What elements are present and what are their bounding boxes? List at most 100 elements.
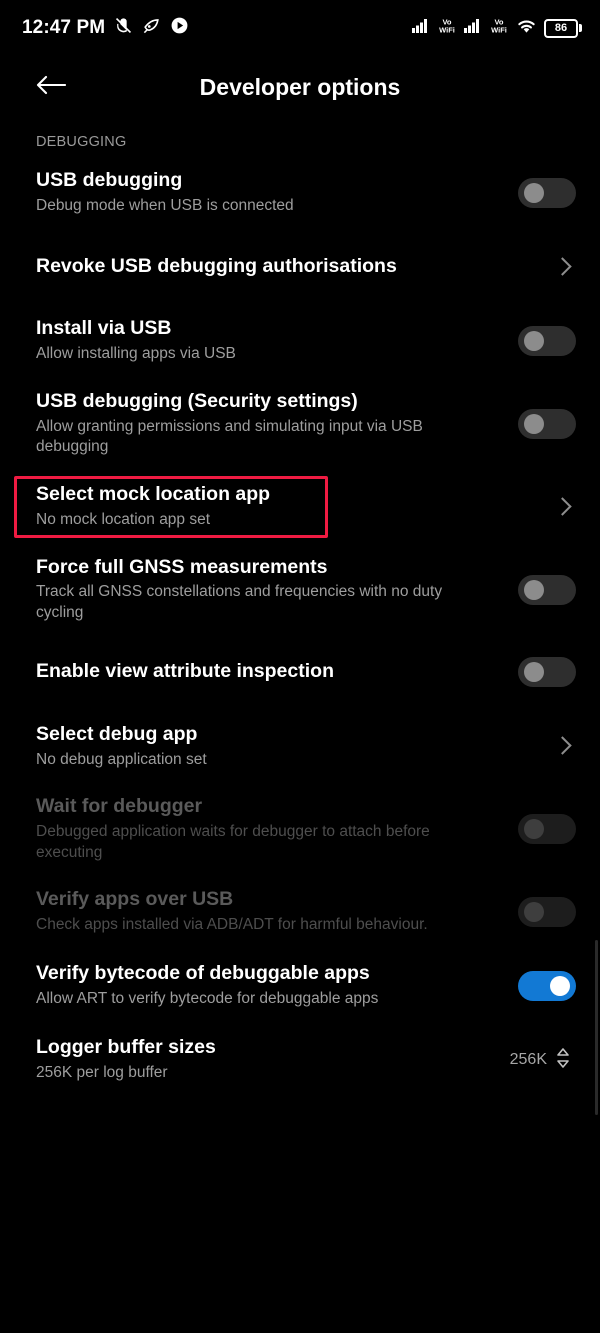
settings-row-usb-debugging-security-settings[interactable]: USB debugging (Security settings) Allow g… [0,378,600,470]
data-saver-icon [142,16,161,40]
row-text: Enable view attribute inspection [36,660,518,684]
row-text: Select mock location app No mock location… [36,483,518,530]
toggle-knob [550,976,570,997]
row-summary: No mock location app set [36,510,211,528]
toggle-switch[interactable] [518,408,576,439]
settings-row-logger-buffer-sizes[interactable]: Logger buffer sizes 256K per log buffer 25… [0,1023,600,1097]
row-title: Select mock location app [36,483,271,506]
toggle-knob [524,183,544,203]
toggle-knob [524,662,544,683]
back-button[interactable] [20,56,82,118]
row-summary: Track all GNSS constellations and freque… [36,583,443,621]
row-summary: 256K per log buffer [36,1064,168,1082]
row-text: Verify bytecode of debuggable apps Allow … [36,962,518,1009]
settings-row-force-full-gnss-measurements[interactable]: Force full GNSS measurements Track all GN… [0,544,600,636]
row-text: Logger buffer sizes 256K per log buffer [36,1036,510,1083]
chevron-up-down-icon[interactable] [556,1046,570,1075]
toggle-switch[interactable] [518,326,576,356]
status-clock: 12:47 PM [22,17,106,38]
chevron-right-icon[interactable] [556,496,568,518]
battery-indicator: 86 [544,18,582,38]
toggle-switch[interactable] [518,178,576,208]
toggle-knob [524,902,544,923]
settings-row-revoke-usb-debugging-authorisations[interactable]: Revoke USB debugging authorisations [0,230,600,304]
row-accessory [518,971,576,1002]
signal-bars-icon [464,18,482,38]
row-accessory [518,574,576,605]
signal-bars-icon [412,18,430,38]
row-accessory [518,735,576,757]
chevron-right-icon[interactable] [556,735,568,757]
settings-row-verify-apps-over-usb[interactable]: Verify apps over USB Check apps installed… [0,875,600,949]
settings-row-select-debug-app[interactable]: Select debug app No debug application set [0,709,600,783]
vowifi-icon: Vo WiFi [437,17,457,39]
row-summary: Check apps installed via ADB/ADT for har… [36,916,428,934]
row-text: Verify apps over USB Check apps installed… [36,888,518,935]
toggle-switch[interactable] [518,657,576,688]
settings-row-install-via-usb[interactable]: Install via USB Allow installing apps via… [0,304,600,378]
toggle-knob [524,579,544,600]
toggle-knob [524,819,544,840]
row-text: USB debugging Debug mode when USB is conn… [36,169,518,216]
toggle-switch [518,897,576,928]
battery-percent-label: 86 [554,21,568,34]
row-accessory [518,897,576,928]
row-title: Enable view attribute inspection [36,660,334,683]
row-text: Wait for debugger Debugged application wa… [36,795,518,863]
row-accessory [518,496,576,518]
status-bar-right: Vo WiFi Vo WiFi 86 [412,17,582,39]
play-icon [170,16,189,40]
toggle-switch[interactable] [518,971,576,1002]
mute-icon [114,16,133,40]
arrow-left-icon [36,73,67,102]
row-summary: Debugged application waits for debugger … [36,823,430,861]
row-summary: Allow granting permissions and simulatin… [36,417,423,456]
wifi-icon [516,18,537,39]
status-bar-left: 12:47 PM [22,16,189,40]
row-title: USB debugging [36,169,183,192]
row-accessory [518,814,576,845]
section-header-debugging: DEBUGGING [36,134,127,150]
toggle-knob [524,413,544,434]
vowifi-icon: Vo WiFi [489,17,509,39]
row-summary: No debug application set [36,750,207,768]
toggle-knob [524,331,544,351]
row-text: Install via USB Allow installing apps via… [36,317,518,364]
value-stepper[interactable]: 256K [510,1046,570,1075]
chevron-right-icon[interactable] [556,256,568,278]
row-title: Wait for debugger [36,795,203,818]
row-accessory [518,256,576,278]
page-title: Developer options [199,73,401,100]
settings-row-verify-bytecode-of-debuggable-apps[interactable]: Verify bytecode of debuggable apps Allow … [0,949,600,1023]
row-text: Revoke USB debugging authorisations [36,255,518,279]
scrollbar-thumb[interactable] [595,940,598,1115]
row-title: Verify apps over USB [36,888,234,911]
row-summary: Debug mode when USB is connected [36,197,294,215]
row-title: Select debug app [36,722,198,745]
svg-text:WiFi: WiFi [491,26,507,35]
row-title: Verify bytecode of debuggable apps [36,962,370,985]
settings-row-select-mock-location-app[interactable]: Select mock location app No mock location… [0,470,600,544]
app-bar: Developer options [0,56,600,118]
row-title: Logger buffer sizes [36,1036,216,1059]
toggle-switch[interactable] [518,574,576,605]
row-summary: Allow installing apps via USB [36,345,236,363]
settings-row-enable-view-attribute-inspection[interactable]: Enable view attribute inspection [0,635,600,709]
row-title: Force full GNSS measurements [36,555,328,578]
row-accessory: 256K [510,1046,576,1075]
status-bar: 12:47 PM Vo WiFi Vo WiFi 86 [0,0,600,56]
row-accessory [518,408,576,439]
row-title: USB debugging (Security settings) [36,390,358,412]
row-accessory [518,657,576,688]
row-text: Force full GNSS measurements Track all GN… [36,556,518,624]
row-text: USB debugging (Security settings) Allow g… [36,390,518,458]
row-summary: Allow ART to verify bytecode for debugga… [36,990,379,1008]
row-text: Select debug app No debug application set [36,723,518,770]
settings-row-wait-for-debugger[interactable]: Wait for debugger Debugged application wa… [0,783,600,875]
value-label: 256K [509,1051,547,1069]
settings-row-usb-debugging[interactable]: USB debugging Debug mode when USB is conn… [0,156,600,230]
row-accessory [518,326,576,356]
row-title: Revoke USB debugging authorisations [36,255,397,278]
row-title: Install via USB [36,317,172,340]
toggle-switch [518,814,576,845]
